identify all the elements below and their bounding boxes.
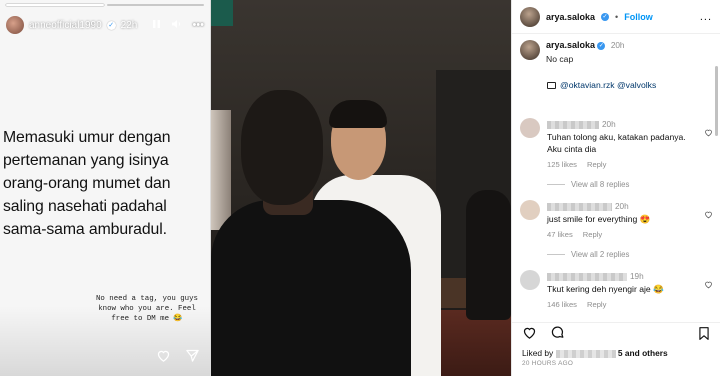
comment-text: just smile for everything 😍 (547, 214, 651, 224)
story-actions (156, 348, 200, 368)
send-icon[interactable] (185, 348, 200, 368)
reply-button[interactable]: Reply (583, 230, 602, 239)
comment-text: Tuhan tolong aku, katakan padanya. Aku c… (547, 132, 686, 154)
tag-icon (547, 81, 556, 89)
redacted-username (547, 272, 627, 281)
photo-detail (211, 110, 231, 230)
post-header: arya.saloka ✓ • Follow ... (512, 0, 720, 34)
screen: anneofficial1990 ✓ 22h ••• Memasuki umur… (0, 0, 720, 376)
view-replies-button[interactable]: View all 8 replies (547, 180, 629, 189)
scrollbar-thumb[interactable] (715, 66, 718, 136)
post-footer: Liked by 5 and others 20 HOURS AGO (512, 322, 720, 376)
liked-by-suffix: 5 and (617, 348, 640, 358)
caption-username[interactable]: arya.saloka (546, 40, 595, 50)
photo-detail (211, 0, 233, 26)
scrollbar[interactable] (715, 36, 719, 326)
view-replies-label[interactable]: View all 2 replies (571, 250, 629, 259)
pause-icon[interactable] (152, 19, 161, 32)
comment-time: 19h (630, 272, 644, 281)
avatar[interactable] (520, 270, 540, 290)
tagged-users-text[interactable]: @oktavian.rzk @valvolks (560, 80, 656, 90)
post-time-ago: 20 HOURS AGO (522, 360, 574, 367)
redacted-username (547, 120, 599, 129)
post-actions (522, 325, 565, 345)
follow-button[interactable]: Follow (624, 12, 653, 22)
verified-icon: ✓ (597, 41, 606, 50)
bookmark-icon[interactable] (697, 326, 711, 346)
photo-person (466, 190, 511, 320)
ellipsis-icon[interactable]: ••• (192, 19, 204, 32)
avatar[interactable] (520, 118, 540, 138)
liked-by-prefix: Liked by (522, 348, 554, 358)
heart-icon[interactable] (156, 348, 171, 368)
story-panel: anneofficial1990 ✓ 22h ••• Memasuki umur… (0, 0, 211, 376)
caption-time: 20h (610, 41, 625, 50)
reply-button[interactable]: Reply (587, 300, 606, 309)
comment-text: Tkut kering deh nyengir aje 😂 (547, 284, 664, 294)
avatar[interactable] (520, 40, 540, 60)
tagged-users[interactable]: @oktavian.rzk @valvolks (547, 80, 656, 90)
photo-person (241, 90, 323, 205)
avatar[interactable] (6, 16, 24, 34)
heart-icon[interactable] (704, 210, 713, 219)
speaker-icon[interactable] (171, 19, 182, 32)
story-username[interactable]: anneofficial1990 (29, 20, 102, 31)
comment-time: 20h (615, 202, 629, 211)
redacted-username (547, 202, 612, 211)
reply-button[interactable]: Reply (587, 160, 606, 169)
heart-icon[interactable] (522, 325, 537, 345)
comment-time: 20h (602, 120, 616, 129)
redacted-username (555, 349, 616, 358)
view-replies-button[interactable]: View all 2 replies (547, 250, 629, 259)
heart-icon[interactable] (704, 280, 713, 289)
liked-by[interactable]: Liked by 5 and others (522, 348, 668, 358)
story-header: anneofficial1990 ✓ 22h ••• (6, 12, 204, 38)
liked-by-others[interactable]: others (642, 348, 668, 358)
view-replies-label[interactable]: View all 8 replies (571, 180, 629, 189)
more-options-icon[interactable]: ... (700, 11, 712, 23)
story-time: 22h (120, 19, 138, 31)
comment-likes[interactable]: 146 likes (547, 300, 577, 309)
post-photo[interactable] (211, 0, 511, 376)
avatar[interactable] (520, 200, 540, 220)
caption-text: No cap (546, 54, 574, 64)
photo-person (211, 200, 411, 376)
post-caption: arya.saloka ✓ 20h No cap (520, 40, 715, 64)
separator-dot: • (615, 11, 619, 22)
story-progress (6, 4, 204, 6)
story-progress-segment (106, 4, 204, 6)
heart-icon[interactable] (704, 128, 713, 137)
comment-icon[interactable] (550, 325, 565, 345)
avatar[interactable] (520, 6, 540, 27)
post-username[interactable]: arya.saloka (546, 12, 595, 22)
verified-icon: ✓ (601, 12, 610, 21)
verified-icon: ✓ (106, 20, 116, 30)
post-sidebar: arya.saloka ✓ • Follow ... arya.saloka ✓… (511, 0, 720, 376)
story-main-text: Memasuki umur dengan pertemanan yang isi… (3, 129, 171, 238)
comment-likes[interactable]: 47 likes (547, 230, 573, 239)
photo-person (329, 100, 387, 128)
comment-likes[interactable]: 125 likes (547, 160, 577, 169)
story-progress-segment (6, 4, 104, 6)
